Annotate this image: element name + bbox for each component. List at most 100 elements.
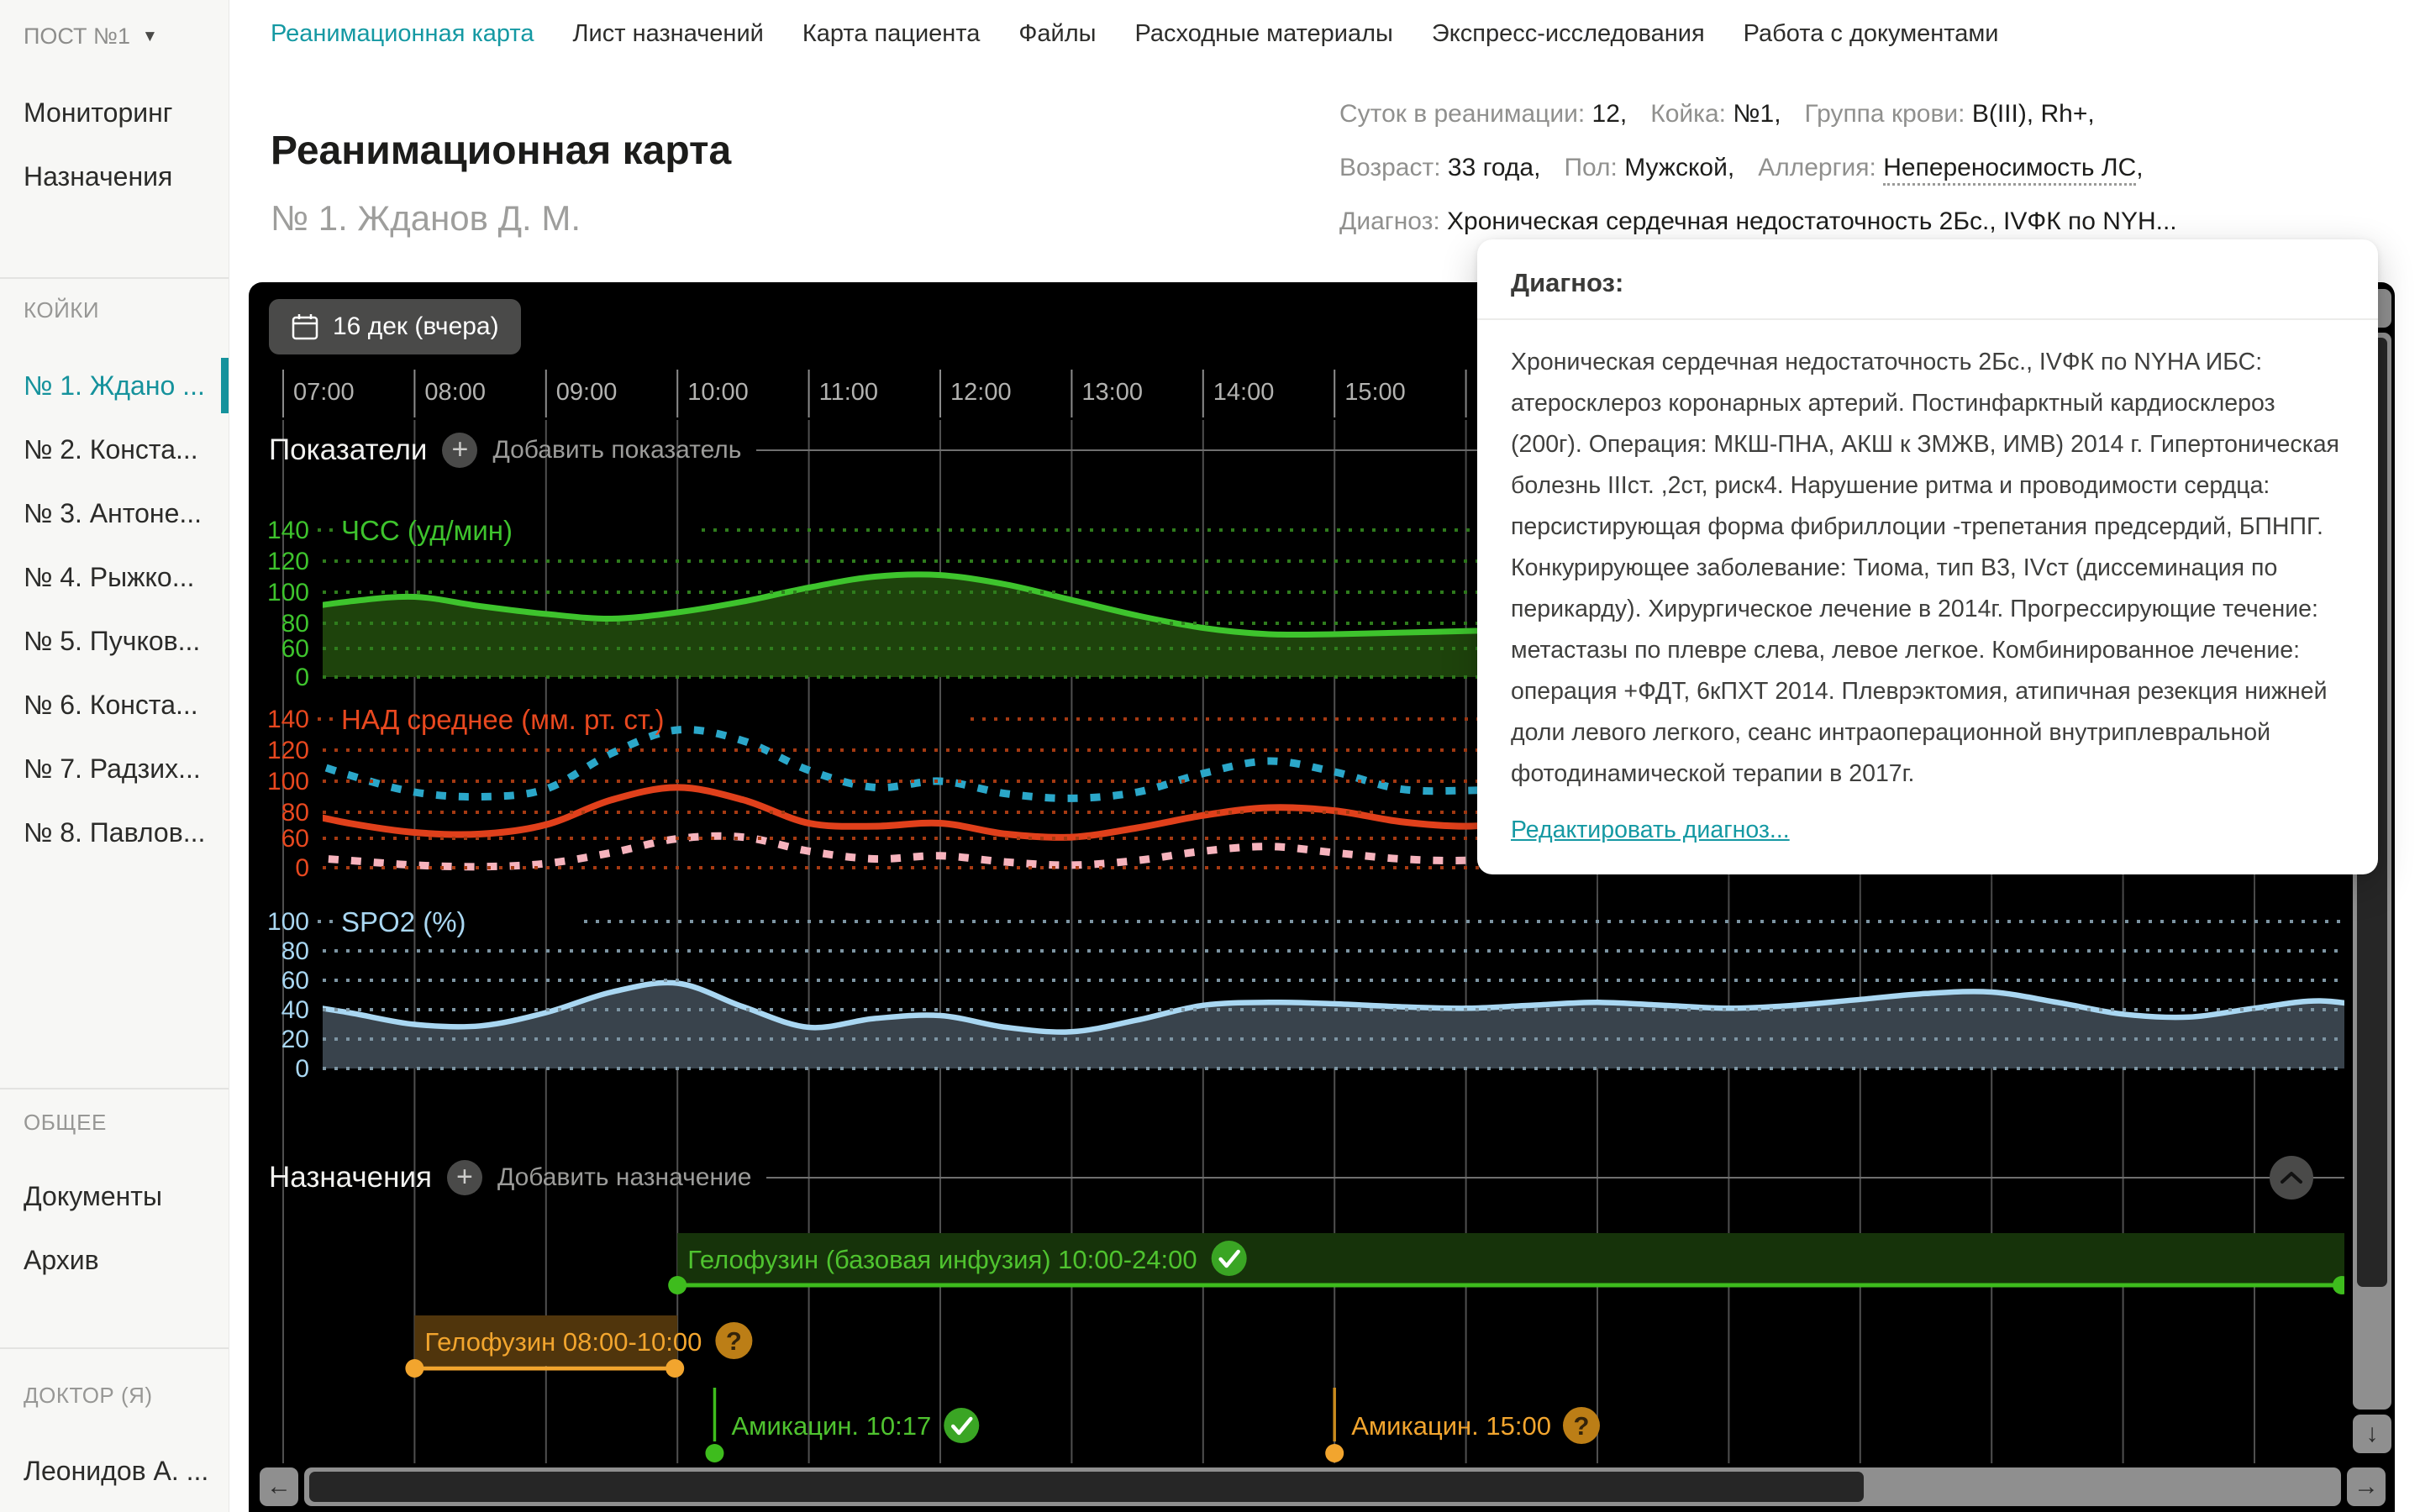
divider [1477, 318, 2378, 320]
sidebar-item-bed[interactable]: № 6. Конста... [0, 673, 229, 737]
svg-text:60: 60 [281, 967, 309, 995]
tab[interactable]: Файлы [1018, 15, 1096, 52]
divider [0, 277, 229, 279]
sidebar-item-bed[interactable]: № 5. Пучков... [0, 609, 229, 673]
post-label: ПОСТ №1 [24, 24, 130, 50]
sidebar-item-doctor[interactable]: Леонидов А. ... [0, 1439, 229, 1503]
add-order-button[interactable]: Добавить назначение [497, 1163, 752, 1192]
beds-section-label: КОЙКИ [24, 297, 99, 323]
diagnosis-text: Хроническая сердечная недостаточность 2Б… [1511, 342, 2344, 795]
doctor-section-label: ДОКТОР (Я) [24, 1383, 153, 1409]
sidebar-item-general[interactable]: Документы [0, 1164, 229, 1228]
svg-text:15:00: 15:00 [1344, 379, 1406, 406]
svg-text:09:00: 09:00 [556, 379, 618, 406]
sidebar-item-bed[interactable]: № 3. Антоне... [0, 481, 229, 545]
general-section-label: ОБЩЕЕ [24, 1110, 107, 1136]
patient-field: Возраст: 33 года, [1339, 154, 1540, 181]
svg-text:14:00: 14:00 [1213, 379, 1275, 406]
svg-text:11:00: 11:00 [819, 379, 878, 406]
tab[interactable]: Реанимационная карта [271, 15, 534, 52]
indicators-title: Показатели [269, 433, 427, 467]
svg-text:140: 140 [267, 517, 309, 544]
svg-text:ЧСС (уд/мин): ЧСС (уд/мин) [341, 515, 513, 546]
add-indicator-button[interactable]: Добавить показатель [492, 436, 741, 465]
sidebar-item-bed[interactable]: № 7. Радзих... [0, 737, 229, 801]
sidebar-nav-item[interactable]: Мониторинг [0, 81, 229, 144]
gantt-item[interactable]: Гелофузин 08:00-10:00? [405, 1315, 752, 1378]
divider [766, 1177, 2344, 1179]
scroll-down-button[interactable]: ↓ [2353, 1415, 2391, 1453]
svg-text:100: 100 [267, 908, 309, 936]
chevron-up-icon [2279, 1170, 2304, 1185]
gantt-item[interactable]: Гелофузин (базовая инфузия) 10:00-24:00 [668, 1233, 2351, 1294]
tab[interactable]: Лист назначений [573, 15, 764, 52]
svg-text:08:00: 08:00 [424, 379, 486, 406]
svg-text:80: 80 [281, 799, 309, 827]
divider [0, 1088, 229, 1089]
svg-text:60: 60 [281, 635, 309, 663]
tab[interactable]: Экспресс-исследования [1432, 15, 1705, 52]
patient-info: Суток в реанимации: 12,Койка: №1,Группа … [1339, 87, 2407, 249]
svg-text:0: 0 [295, 854, 309, 882]
arrow-right-icon: → [2354, 1473, 2379, 1501]
patient-info-row: Суток в реанимации: 12,Койка: №1,Группа … [1339, 87, 2407, 141]
horizontal-scrollbar-thumb[interactable] [309, 1472, 1864, 1502]
svg-text:?: ? [726, 1326, 742, 1356]
patient-info-row: Возраст: 33 года, Пол: Мужской, Аллергия: … [1339, 141, 2407, 195]
svg-text:80: 80 [281, 937, 309, 965]
orders-title: Назначения [269, 1161, 432, 1194]
horizontal-scrollbar[interactable] [304, 1467, 2341, 1506]
tab[interactable]: Карта пациента [802, 15, 981, 52]
patient-field: Пол: Мужской, [1564, 154, 1734, 181]
svg-text:140: 140 [267, 706, 309, 733]
add-indicator-icon[interactable]: + [442, 433, 477, 468]
app-root: ПОСТ №1 ▼ МониторингНазначения КОЙКИ № 1… [0, 0, 2420, 1512]
sidebar: ПОСТ №1 ▼ МониторингНазначения КОЙКИ № 1… [0, 0, 229, 1512]
tab[interactable]: Работа с документами [1744, 15, 1999, 52]
patient-field: Койка: №1, [1650, 100, 1781, 128]
svg-text:10:00: 10:00 [687, 379, 749, 406]
collapse-orders-button[interactable] [2270, 1156, 2313, 1200]
gantt-item[interactable]: Амикацин. 10:17 [705, 1388, 979, 1462]
top-tabs: Реанимационная карта Лист назначений Карта… [271, 15, 1999, 52]
scroll-right-button[interactable]: → [2347, 1467, 2386, 1506]
general-list: ДокументыАрхив [0, 1164, 229, 1292]
svg-text:60: 60 [281, 825, 309, 853]
sidebar-nav-item[interactable]: Назначения [0, 144, 229, 208]
post-selector[interactable]: ПОСТ №1 ▼ [24, 24, 158, 50]
svg-text:Амикацин. 15:00: Амикацин. 15:00 [1351, 1411, 1551, 1441]
svg-text:12:00: 12:00 [950, 379, 1012, 406]
svg-text:120: 120 [267, 548, 309, 575]
svg-text:?: ? [1574, 1411, 1590, 1441]
svg-text:20: 20 [281, 1026, 309, 1053]
svg-text:Гелофузин 08:00-10:00: Гелофузин 08:00-10:00 [424, 1327, 702, 1357]
gantt-item[interactable]: Амикацин. 15:00? [1325, 1388, 1600, 1462]
svg-text:40: 40 [281, 996, 309, 1024]
sidebar-item-bed[interactable]: № 1. Ждано ... [0, 354, 229, 417]
divider [0, 1347, 229, 1349]
arrow-left-icon: ← [266, 1473, 292, 1501]
sidebar-item-bed[interactable]: № 8. Павлов... [0, 801, 229, 864]
date-picker-button[interactable]: 16 дек (вчера) [269, 299, 521, 354]
svg-text:НАД среднее (мм. рт. ст.): НАД среднее (мм. рт. ст.) [341, 704, 665, 735]
patient-field: Аллергия: Непереносимость ЛС, [1758, 154, 2143, 181]
add-order-icon[interactable]: + [447, 1160, 482, 1195]
sidebar-item-general[interactable]: Архив [0, 1228, 229, 1292]
chevron-down-icon: ▼ [142, 28, 158, 46]
svg-text:0: 0 [295, 1055, 309, 1083]
sidebar-item-bed[interactable]: № 2. Конста... [0, 417, 229, 481]
svg-text:80: 80 [281, 610, 309, 638]
edit-diagnosis-link[interactable]: Редактировать диагноз... [1511, 816, 1790, 844]
beds-list: № 1. Ждано ...№ 2. Конста...№ 3. Антоне.… [0, 354, 229, 864]
patient-field: Диагноз: Хроническая сердечная недостато… [1339, 207, 2177, 235]
patient-name-subtitle: № 1. Жданов Д. М. [271, 198, 581, 239]
calendar-icon [291, 312, 319, 341]
svg-text:13:00: 13:00 [1081, 379, 1143, 406]
diagnosis-tooltip: Диагноз: Хроническая сердечная недостато… [1477, 239, 2378, 874]
tab[interactable]: Расходные материалы [1135, 15, 1393, 52]
svg-text:100: 100 [267, 768, 309, 795]
svg-text:SPO2 (%): SPO2 (%) [341, 906, 466, 937]
patient-field: Суток в реанимации: 12, [1339, 100, 1627, 128]
scroll-left-button[interactable]: ← [260, 1467, 298, 1506]
sidebar-item-bed[interactable]: № 4. Рыжко... [0, 545, 229, 609]
